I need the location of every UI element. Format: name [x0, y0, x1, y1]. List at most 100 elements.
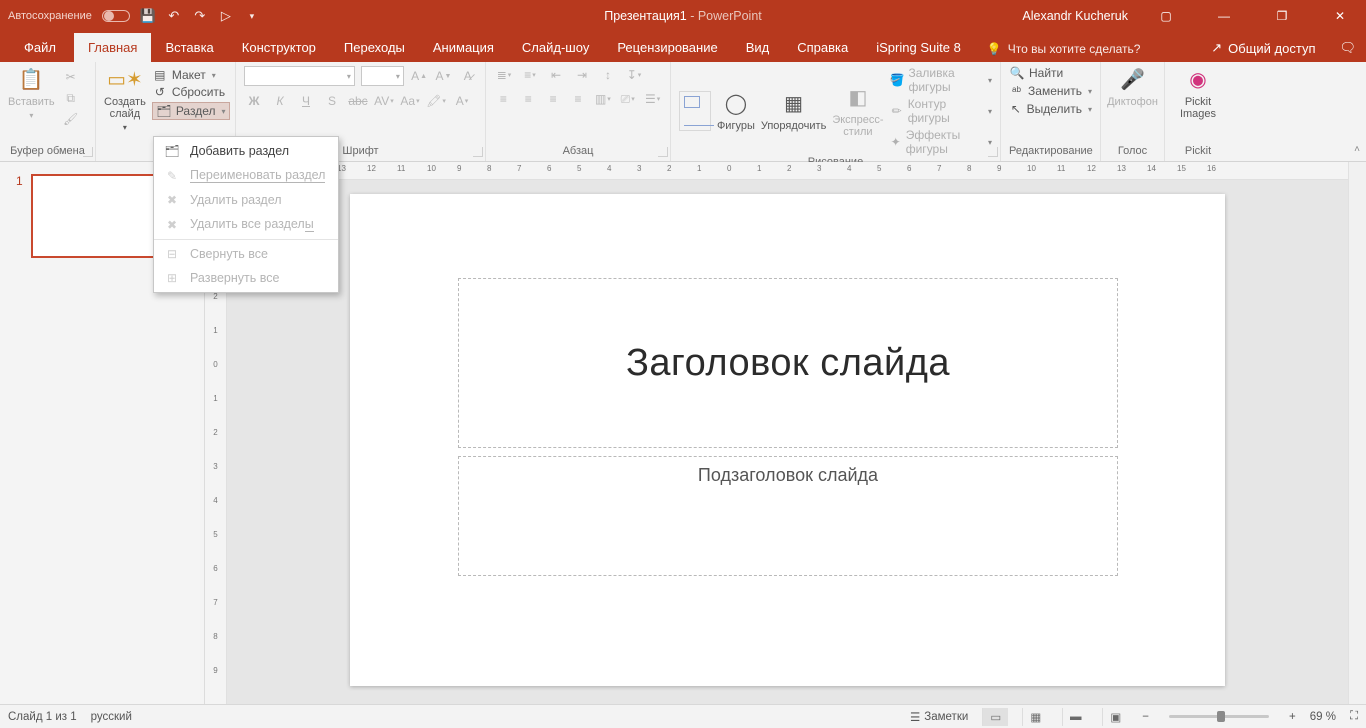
menu-collapse-all: ⊟Свернуть все: [154, 242, 338, 266]
slideshow-view-icon[interactable]: ▣: [1102, 708, 1128, 726]
tab-transitions[interactable]: Переходы: [330, 33, 419, 62]
reading-view-icon[interactable]: ▬: [1062, 708, 1088, 726]
horizontal-ruler: 1615141312111098765432101234567891011121…: [227, 162, 1348, 180]
tell-me-search[interactable]: 💡Что вы хотите сделать?: [975, 36, 1153, 62]
copy-icon[interactable]: ⧉: [61, 89, 81, 107]
dialog-launcher-icon[interactable]: [473, 147, 483, 157]
italic-button[interactable]: К: [270, 92, 290, 110]
tab-animations[interactable]: Анимация: [419, 33, 508, 62]
group-pickit: ◉Pickit Images Pickit: [1165, 62, 1231, 161]
menu-delete-all-sections: ✖Удалить все разделы: [154, 212, 338, 237]
normal-view-icon[interactable]: ▭: [982, 708, 1008, 726]
decrease-font-icon[interactable]: A▼: [434, 67, 452, 85]
rename-icon: ✎: [164, 169, 180, 183]
replace-icon: ᵃᵇ: [1009, 84, 1024, 98]
dialog-launcher-icon[interactable]: [83, 147, 93, 157]
arrange-button[interactable]: ▦Упорядочить: [761, 90, 826, 132]
menu-add-section[interactable]: 🗂Добавить раздел: [154, 139, 338, 163]
layout-icon: ▤: [152, 68, 168, 82]
increase-indent-icon[interactable]: ⇥: [572, 66, 592, 84]
font-color-button[interactable]: A▾: [452, 92, 472, 110]
language-indicator[interactable]: русский: [91, 711, 132, 723]
numbering-icon[interactable]: ≡▾: [520, 66, 540, 84]
underline-button[interactable]: Ч: [296, 92, 316, 110]
fit-to-window-icon[interactable]: ⛶: [1350, 710, 1358, 723]
dialog-launcher-icon[interactable]: [658, 147, 668, 157]
group-paragraph: ≣▾ ≡▾ ⇤ ⇥ ↕ ↧▾ ≡ ≡ ≡ ≡ ▥▾ ⎚▾ ☰▾ Абзац: [486, 62, 671, 161]
zoom-in-icon[interactable]: +: [1289, 711, 1296, 723]
font-size-combo[interactable]: ▾: [361, 66, 404, 86]
group-clipboard: 📋 Вставить▾ ✂ ⧉ 🖌 Буфер обмена: [0, 62, 96, 161]
shape-outline-button[interactable]: ✏Контур фигуры: [890, 97, 992, 125]
collapse-ribbon-icon[interactable]: ˄: [1354, 144, 1360, 155]
clear-format-icon[interactable]: A̷: [459, 67, 477, 85]
change-case-button[interactable]: Aa▾: [400, 92, 420, 110]
tab-help[interactable]: Справка: [783, 33, 862, 62]
tab-insert[interactable]: Вставка: [151, 33, 227, 62]
shadow-button[interactable]: S: [322, 92, 342, 110]
section-button[interactable]: 🗂Раздел: [152, 102, 230, 120]
notes-button[interactable]: ☰Заметки: [910, 710, 968, 724]
pickit-button[interactable]: ◉Pickit Images: [1173, 66, 1223, 120]
strike-button[interactable]: abc: [348, 92, 368, 110]
char-spacing-button[interactable]: AV▾: [374, 92, 394, 110]
align-center-icon[interactable]: ≡: [519, 90, 538, 108]
dictate-button[interactable]: 🎤Диктофон: [1109, 66, 1156, 108]
shapes-gallery[interactable]: [679, 91, 711, 131]
tab-file[interactable]: Файл: [6, 33, 74, 62]
tab-review[interactable]: Рецензирование: [603, 33, 731, 62]
tab-design[interactable]: Конструктор: [228, 33, 330, 62]
tab-ispring[interactable]: iSpring Suite 8: [862, 33, 975, 62]
align-right-icon[interactable]: ≡: [544, 90, 563, 108]
shapes-icon: ◯: [722, 90, 750, 118]
increase-font-icon[interactable]: A▲: [410, 67, 428, 85]
align-text-icon[interactable]: ⎚▾: [618, 90, 637, 108]
section-icon: 🗂: [156, 104, 172, 118]
delete-all-icon: ✖: [164, 218, 180, 232]
replace-button[interactable]: ᵃᵇЗаменить: [1009, 84, 1092, 98]
zoom-out-icon[interactable]: −: [1142, 711, 1149, 723]
layout-button[interactable]: ▤Макет: [152, 68, 230, 82]
text-direction-icon[interactable]: ↧▾: [624, 66, 644, 84]
tab-home[interactable]: Главная: [74, 33, 151, 62]
columns-icon[interactable]: ▥▾: [593, 90, 612, 108]
font-name-combo[interactable]: ▾: [244, 66, 355, 86]
zoom-slider[interactable]: [1169, 715, 1269, 718]
highlight-button[interactable]: 🖍▾: [426, 92, 446, 110]
zoom-level[interactable]: 69 %: [1310, 711, 1336, 723]
new-slide-button[interactable]: ▭✶ Создать слайд▾: [104, 66, 146, 134]
line-spacing-icon[interactable]: ↕: [598, 66, 618, 84]
title-placeholder[interactable]: Заголовок слайда: [458, 278, 1118, 448]
reset-button[interactable]: ↺Сбросить: [152, 85, 230, 99]
shape-effects-button[interactable]: ✦Эффекты фигуры: [890, 128, 992, 156]
quick-styles-button[interactable]: ◧Экспресс- стили: [832, 84, 883, 138]
align-left-icon[interactable]: ≡: [494, 90, 513, 108]
justify-icon[interactable]: ≡: [569, 90, 588, 108]
cut-icon[interactable]: ✂: [61, 68, 81, 86]
format-painter-icon[interactable]: 🖌: [61, 110, 81, 128]
bullets-icon[interactable]: ≣▾: [494, 66, 514, 84]
select-button[interactable]: ↖Выделить: [1009, 102, 1092, 116]
collapse-icon: ⊟: [164, 247, 180, 261]
group-label: Абзац: [494, 145, 662, 159]
paste-button[interactable]: 📋 Вставить▾: [8, 66, 55, 122]
subtitle-placeholder[interactable]: Подзаголовок слайда: [458, 456, 1118, 576]
document-name: Презентация1: [604, 9, 686, 23]
slide-counter[interactable]: Слайд 1 из 1: [8, 711, 77, 723]
dialog-launcher-icon[interactable]: [988, 147, 998, 157]
smartart-icon[interactable]: ☰▾: [643, 90, 662, 108]
share-button[interactable]: ↗Общий доступ: [1197, 34, 1329, 62]
slide[interactable]: Заголовок слайда Подзаголовок слайда: [350, 194, 1225, 686]
shape-fill-button[interactable]: 🪣Заливка фигуры: [890, 66, 992, 94]
bold-button[interactable]: Ж: [244, 92, 264, 110]
tab-view[interactable]: Вид: [732, 33, 784, 62]
subtitle-text: Подзаголовок слайда: [698, 465, 878, 486]
comments-icon[interactable]: 🗨: [1329, 34, 1366, 62]
status-bar: Слайд 1 из 1 русский ☰Заметки ▭ ▦ ▬ ▣ − …: [0, 704, 1366, 728]
tab-slideshow[interactable]: Слайд-шоу: [508, 33, 603, 62]
shapes-button[interactable]: ◯Фигуры: [717, 90, 755, 132]
slide-sorter-icon[interactable]: ▦: [1022, 708, 1048, 726]
find-button[interactable]: 🔍Найти: [1009, 66, 1092, 80]
decrease-indent-icon[interactable]: ⇤: [546, 66, 566, 84]
vertical-scrollbar[interactable]: [1348, 162, 1366, 704]
